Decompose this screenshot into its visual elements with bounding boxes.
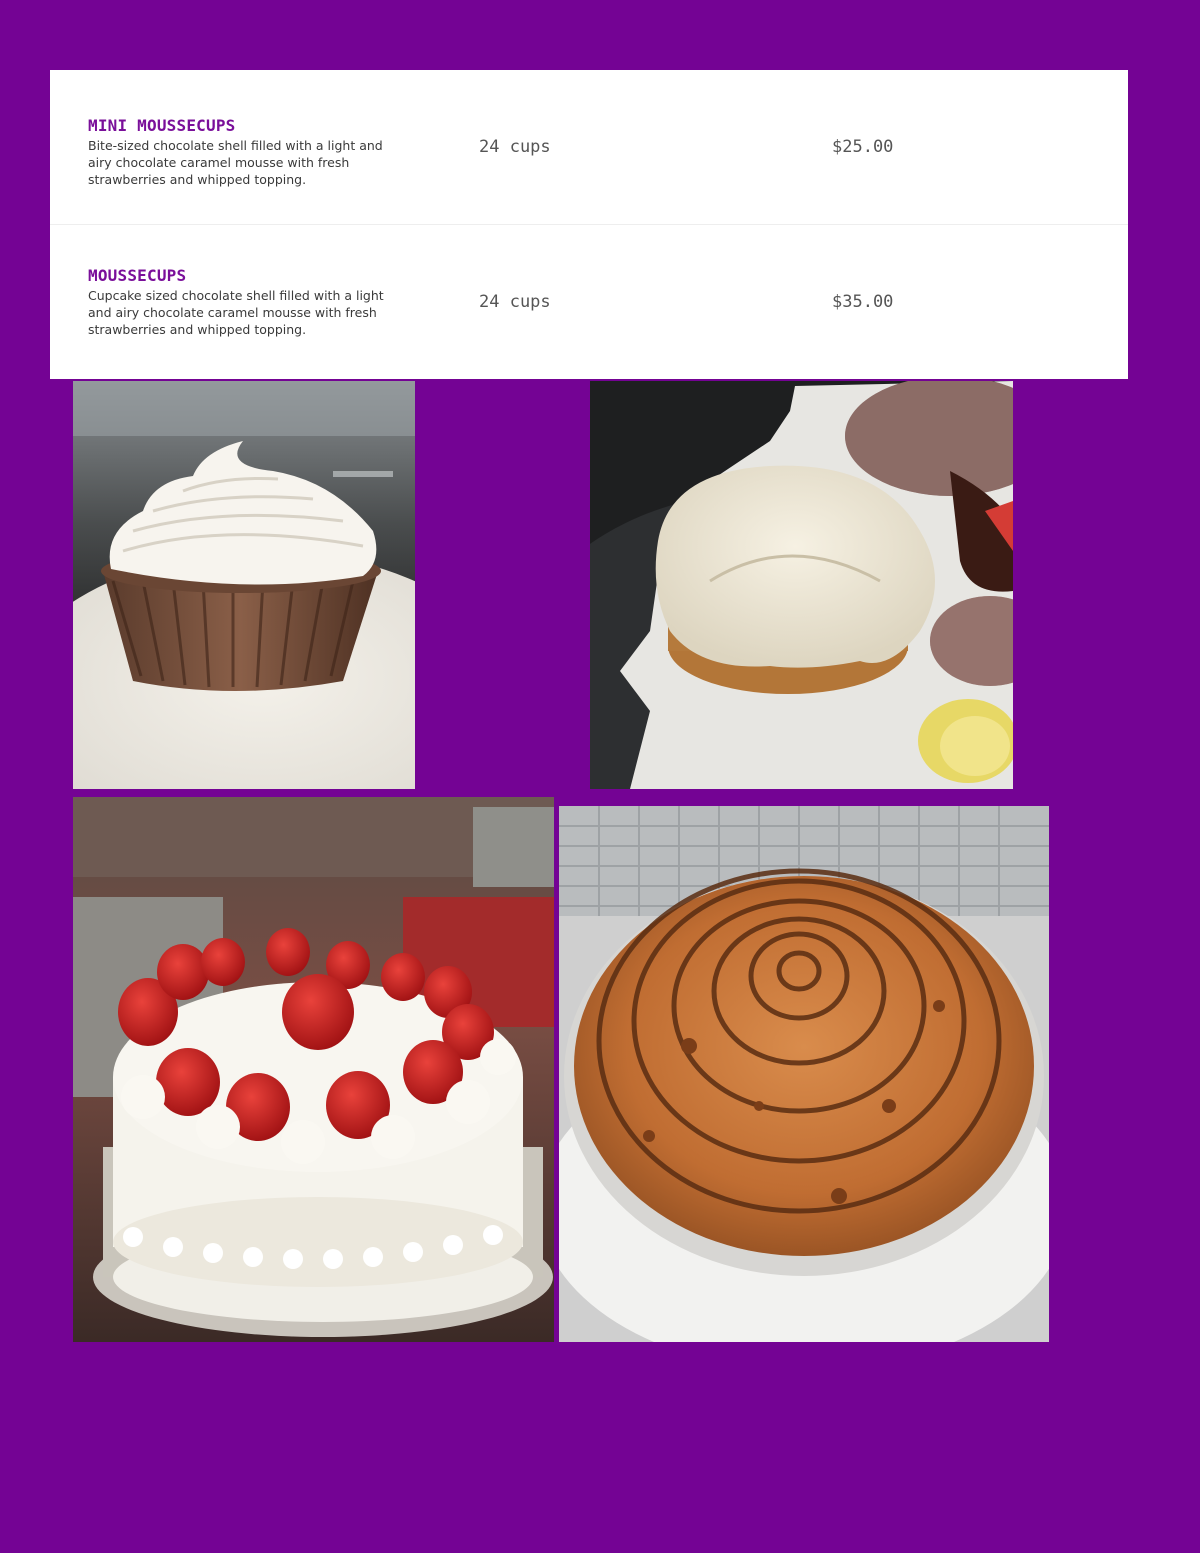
menu-item-moussecups: MOUSSECUPS Cupcake sized chocolate shell… bbox=[50, 225, 1128, 379]
item-name: MINI MOUSSECUPS bbox=[88, 116, 236, 135]
menu-card: MINI MOUSSECUPS Bite-sized chocolate she… bbox=[50, 70, 1128, 379]
item-price: $25.00 bbox=[832, 137, 894, 157]
chocolate-cup-whipped-topping-photo bbox=[73, 381, 415, 789]
iced-cinnamon-bun-photo bbox=[590, 381, 1013, 789]
item-price: $35.00 bbox=[832, 292, 894, 312]
item-name: MOUSSECUPS bbox=[88, 266, 187, 285]
crumb-pie-chocolate-drizzle-photo bbox=[559, 806, 1049, 1342]
item-quantity: 24 cups bbox=[479, 137, 551, 157]
menu-item-mini-moussecups: MINI MOUSSECUPS Bite-sized chocolate she… bbox=[50, 70, 1128, 225]
item-description: Cupcake sized chocolate shell filled wit… bbox=[88, 288, 384, 337]
item-description: Bite-sized chocolate shell filled with a… bbox=[88, 138, 383, 187]
item-quantity: 24 cups bbox=[479, 292, 551, 312]
strawberry-cream-cake-photo bbox=[73, 797, 554, 1342]
